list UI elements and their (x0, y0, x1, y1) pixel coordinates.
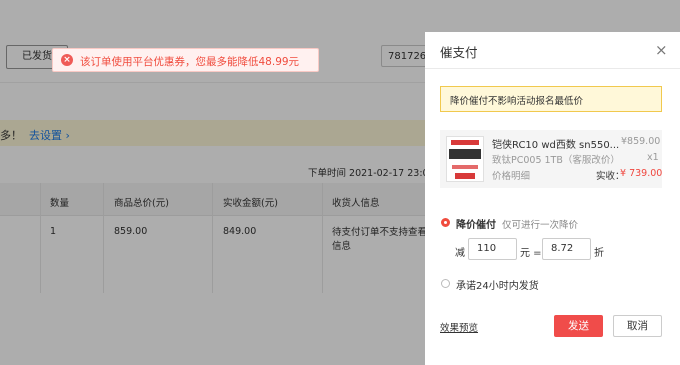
close-icon[interactable]: × (655, 41, 668, 59)
ship-promise-label[interactable]: 承诺24小时内发货 (456, 277, 539, 292)
product-price: ¥859.00 (621, 136, 661, 147)
urge-payment-dialog: 催支付 × 降价催付不影响活动报名最低价 铠侠RC10 wd西数 sn550..… (425, 32, 680, 365)
dialog-title: 催支付 (440, 45, 478, 60)
ship-promise-radio[interactable] (441, 279, 450, 288)
cancel-button[interactable]: 取消 (613, 315, 662, 337)
dialog-header: 催支付 × (425, 32, 680, 69)
toast-message: 该订单使用平台优惠券，您最多能降低48.99元 (80, 56, 300, 68)
discount-amount-input[interactable]: 110 (468, 238, 517, 260)
watermark: 值什么值得买 (558, 337, 645, 358)
received-amount: ¥ 739.00 (620, 168, 663, 179)
notice-banner: 降价催付不影响活动报名最低价 (440, 86, 662, 112)
zhe-label: 折 (594, 248, 604, 259)
watermark-logo-icon: 值 (558, 339, 577, 358)
product-name: 铠侠RC10 wd西数 sn550... (492, 140, 620, 151)
send-button[interactable]: 发送 (554, 315, 603, 337)
close-circle-icon: × (61, 54, 73, 66)
notice-text: 降价催付不影响活动报名最低价 (450, 96, 584, 107)
discount-option-label[interactable]: 降价催付 (456, 216, 496, 231)
product-spec: 致钛PC005 1TB（客服改价） (492, 155, 620, 166)
error-toast: × 该订单使用平台优惠券，您最多能降低48.99元 (52, 48, 319, 72)
product-qty: x1 (647, 152, 659, 163)
discount-radio[interactable] (441, 218, 450, 227)
yuan-equals-label: 元 = (520, 248, 542, 259)
discount-option-hint: 仅可进行一次降价 (502, 220, 579, 231)
discount-rate-input[interactable]: 8.72 (542, 238, 591, 260)
price-detail-link[interactable]: 价格明细 (492, 168, 530, 182)
preview-link[interactable]: 效果预览 (440, 320, 478, 334)
product-thumbnail (446, 136, 484, 182)
watermark-text: 什么值得买 (580, 341, 646, 356)
product-card: 铠侠RC10 wd西数 sn550... ¥859.00 致钛PC005 1TB… (440, 130, 662, 188)
minus-label: 减 (455, 248, 465, 259)
